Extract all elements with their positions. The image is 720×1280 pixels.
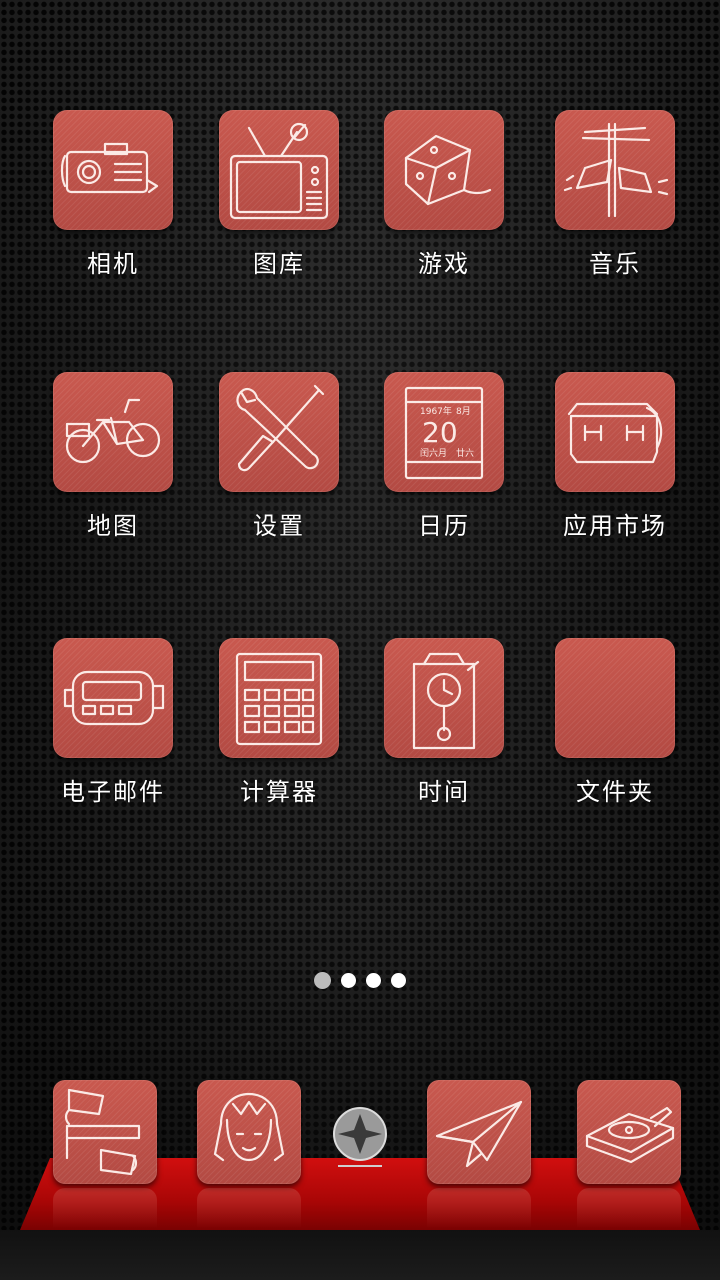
app-label: 相机 <box>87 250 139 278</box>
contacts-girl-icon <box>197 1080 301 1184</box>
dock-reflection <box>427 1188 531 1228</box>
calendar-icon: 1967年 8月 20 闰六月 廿六 <box>384 372 504 492</box>
folder-icon <box>555 638 675 758</box>
page-indicator[interactable] <box>0 970 720 989</box>
app-email[interactable]: 电子邮件 <box>38 638 188 838</box>
app-label: 音乐 <box>589 250 641 278</box>
app-drawer-icon <box>332 1106 388 1167</box>
pager-icon <box>53 638 173 758</box>
app-label: 地图 <box>87 512 139 540</box>
svg-text:8月: 8月 <box>456 406 471 417</box>
app-label: 时间 <box>418 778 470 806</box>
app-drawer-button[interactable] <box>330 1104 390 1180</box>
app-label: 文件夹 <box>576 778 654 806</box>
app-calculator[interactable]: 计算器 <box>204 638 354 838</box>
app-settings[interactable]: 设置 <box>204 372 354 572</box>
loudspeaker-icon <box>555 110 675 230</box>
app-label: 日历 <box>418 512 470 540</box>
dock-reflection <box>577 1188 681 1228</box>
app-music[interactable]: 音乐 <box>540 110 690 310</box>
page-dot[interactable] <box>391 973 406 988</box>
app-games[interactable]: 游戏 <box>369 110 519 310</box>
svg-text:廿六: 廿六 <box>456 447 474 459</box>
app-label: 设置 <box>253 512 305 540</box>
dock-reflection <box>53 1188 157 1228</box>
app-camera[interactable]: 相机 <box>38 110 188 310</box>
page-dot[interactable] <box>366 973 381 988</box>
phone-handset-icon <box>53 1080 157 1184</box>
page-dot-active[interactable] <box>314 972 331 989</box>
app-label: 应用市场 <box>563 512 667 540</box>
dock-browser[interactable] <box>577 1080 681 1184</box>
svg-text:20: 20 <box>422 416 458 449</box>
dock-phone[interactable] <box>53 1080 157 1184</box>
app-label: 计算器 <box>240 778 318 806</box>
pendulum-clock-icon <box>384 638 504 758</box>
dice-icon <box>384 110 504 230</box>
camera-icon <box>53 110 173 230</box>
paper-plane-icon <box>427 1080 531 1184</box>
tv-gallery-icon <box>219 110 339 230</box>
page-dot[interactable] <box>341 973 356 988</box>
app-folder[interactable]: 文件夹 <box>540 638 690 838</box>
bag-icon <box>555 372 675 492</box>
app-label: 电子邮件 <box>61 778 165 806</box>
dock-messages[interactable] <box>427 1080 531 1184</box>
record-player-icon <box>577 1080 681 1184</box>
bicycle-icon <box>53 372 173 492</box>
app-gallery[interactable]: 图库 <box>204 110 354 310</box>
dock-base <box>0 1230 720 1280</box>
app-label: 图库 <box>253 250 305 278</box>
wrench-screwdriver-icon <box>219 372 339 492</box>
dock-contacts[interactable] <box>197 1080 301 1184</box>
app-maps[interactable]: 地图 <box>38 372 188 572</box>
app-market[interactable]: 应用市场 <box>540 372 690 572</box>
app-clock[interactable]: 时间 <box>369 638 519 838</box>
app-calendar[interactable]: 1967年 8月 20 闰六月 廿六 日历 <box>369 372 519 572</box>
svg-text:闰六月: 闰六月 <box>420 447 447 459</box>
calculator-icon <box>219 638 339 758</box>
app-label: 游戏 <box>418 250 470 278</box>
dock-reflection <box>197 1188 301 1228</box>
